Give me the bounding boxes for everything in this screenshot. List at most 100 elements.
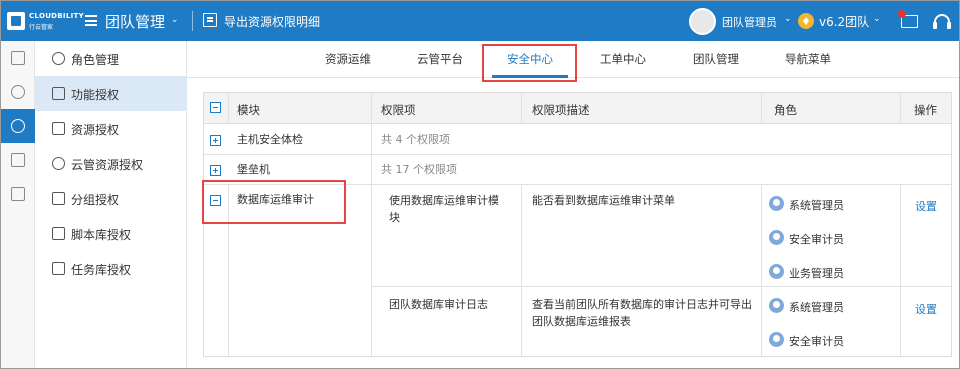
person-icon	[52, 52, 65, 65]
monitor-icon	[52, 122, 65, 135]
icon-rail	[1, 41, 35, 368]
task-icon	[52, 262, 65, 275]
rail-users[interactable]	[1, 75, 35, 109]
sidebar-item-label: 云管资源授权	[71, 158, 144, 172]
document-icon	[11, 51, 25, 65]
table-header: 模块 权限项 权限项描述 角色 操作	[204, 93, 951, 124]
team-title-dropdown[interactable]: 团队管理	[105, 11, 165, 32]
header-action: 操作	[914, 103, 937, 117]
support-headset-icon[interactable]	[933, 14, 951, 29]
tab-team-management[interactable]: 团队管理	[693, 51, 739, 67]
sidebar-item-resource-auth[interactable]: 资源授权	[35, 111, 187, 146]
rail-devices[interactable]	[1, 143, 35, 177]
logo-text: CLOUDBILITY	[29, 12, 84, 20]
avatar[interactable]	[689, 8, 716, 35]
sidebar-item-label: 分组授权	[71, 193, 120, 207]
column-divider	[761, 93, 762, 124]
sidebar-item-script-auth[interactable]: 脚本库授权	[35, 216, 187, 251]
cloud-icon	[52, 157, 65, 170]
module-name[interactable]: 堡垒机	[237, 161, 270, 178]
role-label: 安全审计员	[789, 335, 844, 348]
settings-link[interactable]: 设置	[915, 198, 937, 214]
header-permission: 权限项	[381, 103, 416, 117]
export-icon[interactable]	[203, 13, 217, 27]
column-divider	[521, 184, 522, 356]
permission-name: 使用数据库运维审计模块	[389, 194, 499, 224]
users-icon	[11, 85, 25, 99]
header-description: 权限项描述	[532, 103, 590, 117]
sidebar-item-label: 角色管理	[71, 53, 120, 67]
sidebar-item-label: 任务库授权	[71, 263, 132, 277]
header-module: 模块	[237, 103, 260, 117]
highlight-box	[202, 180, 346, 224]
tab-ticket-center[interactable]: 工单中心	[600, 51, 646, 67]
rail-document[interactable]	[1, 41, 35, 75]
role-label: 系统管理员	[789, 301, 844, 314]
logo-subtext: 行云管家	[29, 24, 54, 31]
chevron-down-icon[interactable]: ⌄	[171, 15, 179, 25]
permission-description: 查看当前团队所有数据库的审计日志并可导出团队数据库运维报表	[532, 298, 752, 328]
role-icon	[769, 196, 784, 211]
permission-table: 模块 权限项 权限项描述 角色 操作 主机安全体检 共 4 个权限项 堡垒机 共…	[203, 92, 952, 357]
tab-cloud-platform[interactable]: 云管平台	[417, 51, 463, 67]
collapse-all-icon[interactable]	[210, 102, 221, 113]
sidebar: 角色管理 功能授权 资源授权 云管资源授权 分组授权 脚本库授权 任务库授权	[35, 41, 187, 368]
role-icon	[769, 298, 784, 313]
row-divider	[371, 286, 951, 287]
role-label: 业务管理员	[789, 267, 844, 280]
export-permissions-button[interactable]: 导出资源权限明细	[224, 13, 320, 30]
logo: CLOUDBILITY 行云管家	[7, 10, 84, 34]
column-divider	[521, 93, 522, 124]
row-divider	[204, 154, 951, 155]
sidebar-item-task-auth[interactable]: 任务库授权	[35, 251, 187, 286]
column-divider	[900, 184, 901, 356]
expand-icon[interactable]	[210, 165, 221, 176]
devices-icon	[11, 153, 25, 167]
chevron-down-icon[interactable]: ⌄	[873, 14, 881, 24]
tab-nav-menu[interactable]: 导航菜单	[785, 51, 831, 67]
tab-resource-ops[interactable]: 资源运维	[325, 51, 371, 67]
rail-team[interactable]	[1, 109, 35, 143]
header-role: 角色	[774, 103, 797, 117]
version-icon	[798, 13, 814, 29]
sidebar-item-label: 功能授权	[71, 88, 120, 102]
column-divider	[900, 93, 901, 124]
module-name[interactable]: 主机安全体检	[237, 131, 303, 148]
column-divider	[228, 93, 229, 124]
role-icon	[769, 230, 784, 245]
header-divider	[192, 11, 193, 31]
chevron-down-icon[interactable]: ⌄	[784, 14, 792, 24]
permission-count: 共 17 个权限项	[381, 163, 457, 176]
rail-book[interactable]	[1, 177, 35, 211]
list-icon	[52, 87, 65, 100]
column-divider	[761, 184, 762, 356]
permission-count: 共 4 个权限项	[381, 133, 450, 146]
highlight-box	[482, 44, 577, 82]
top-header: CLOUDBILITY 行云管家 团队管理 ⌄ 导出资源权限明细 团队管理员 ⌄…	[1, 1, 959, 41]
role-label: 系统管理员	[789, 199, 844, 212]
settings-link[interactable]: 设置	[915, 301, 937, 317]
team-icon	[11, 119, 25, 133]
sidebar-item-group-auth[interactable]: 分组授权	[35, 181, 187, 216]
user-menu[interactable]: 团队管理员	[722, 14, 777, 30]
role-icon	[769, 332, 784, 347]
book-icon	[11, 187, 25, 201]
sidebar-item-function-auth[interactable]: 功能授权	[35, 76, 187, 111]
app-window: CLOUDBILITY 行云管家 团队管理 ⌄ 导出资源权限明细 团队管理员 ⌄…	[0, 0, 960, 369]
sidebar-item-label: 资源授权	[71, 123, 120, 137]
role-label: 安全审计员	[789, 233, 844, 246]
sidebar-item-label: 脚本库授权	[71, 228, 132, 242]
logo-mark-icon	[7, 12, 25, 30]
expand-icon[interactable]	[210, 135, 221, 146]
script-icon	[52, 227, 65, 240]
notification-dot	[898, 10, 906, 18]
permission-name: 团队数据库审计日志	[389, 298, 488, 311]
version-dropdown[interactable]: v6.2团队	[819, 13, 869, 30]
folder-icon	[52, 192, 65, 205]
role-icon	[769, 264, 784, 279]
menu-icon[interactable]	[85, 15, 97, 26]
sidebar-item-cloud-auth[interactable]: 云管资源授权	[35, 146, 187, 181]
column-divider	[371, 93, 372, 356]
permission-description: 能否看到数据库运维审计菜单	[532, 194, 675, 207]
sidebar-item-roles[interactable]: 角色管理	[35, 41, 187, 76]
